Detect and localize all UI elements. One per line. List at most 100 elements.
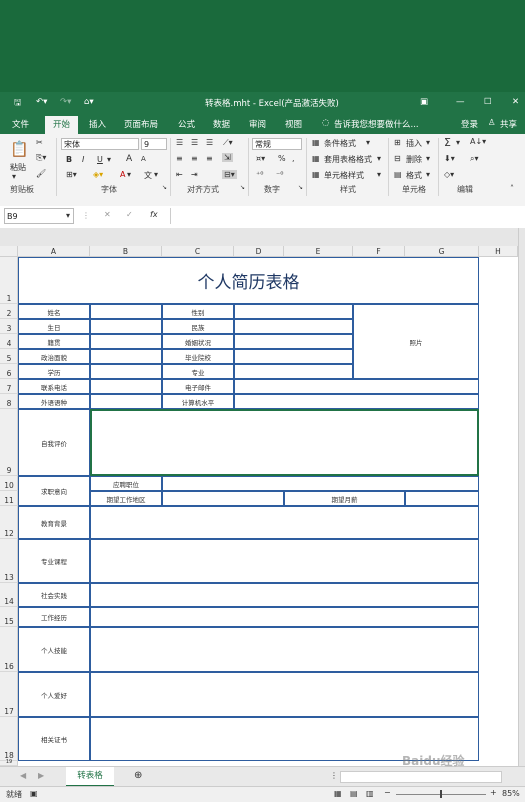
autosum-icon[interactable]: Σ bbox=[444, 136, 451, 149]
label-edu-bg[interactable]: 教育背景 bbox=[18, 506, 90, 539]
delete-cells-button[interactable]: 删除 bbox=[406, 154, 422, 165]
align-right-icon[interactable]: ≡ bbox=[206, 154, 213, 163]
tab-insert[interactable]: 插入 bbox=[89, 118, 106, 130]
align-top-icon[interactable]: ☰ bbox=[176, 138, 183, 147]
row-header[interactable]: 4 bbox=[0, 334, 18, 349]
value-cell[interactable] bbox=[234, 334, 353, 349]
name-box-dropdown-icon[interactable]: ▾ bbox=[66, 211, 70, 220]
label-hobby[interactable]: 个人爱好 bbox=[18, 672, 90, 717]
vertical-scrollbar[interactable] bbox=[518, 228, 525, 766]
label-work-exp[interactable]: 工作经历 bbox=[18, 607, 90, 627]
selected-cell-b9[interactable] bbox=[90, 409, 479, 476]
enter-icon[interactable]: ✓ bbox=[126, 210, 133, 219]
label-major[interactable]: 专业 bbox=[162, 364, 234, 379]
insert-cells-button[interactable]: 插入 bbox=[406, 138, 422, 149]
tell-me-input[interactable]: 告诉我您想要做什么... bbox=[334, 118, 419, 130]
minimize-icon[interactable]: — bbox=[456, 97, 465, 107]
label-work-area[interactable]: 期望工作地区 bbox=[90, 491, 162, 506]
zoom-in-icon[interactable]: + bbox=[490, 788, 497, 797]
horizontal-scrollbar[interactable] bbox=[340, 771, 502, 783]
column-header-e[interactable]: E bbox=[284, 246, 353, 257]
align-dialog-launcher-icon[interactable]: ↘ bbox=[240, 184, 245, 191]
sheet-tab-active[interactable]: 转表格 bbox=[66, 767, 114, 787]
tab-data[interactable]: 数据 bbox=[213, 118, 230, 130]
formula-input[interactable] bbox=[170, 208, 516, 224]
column-header-h[interactable]: H bbox=[479, 246, 518, 257]
label-marital[interactable]: 婚姻状况 bbox=[162, 334, 234, 349]
autosum-dropdown-icon[interactable]: ▾ bbox=[456, 138, 460, 147]
ribbon-display-icon[interactable]: ▣ bbox=[420, 97, 428, 107]
increase-indent-icon[interactable]: ⇥ bbox=[191, 170, 198, 179]
font-name-select[interactable]: 宋体 bbox=[61, 138, 139, 150]
shrink-font-button[interactable]: A bbox=[141, 155, 146, 163]
currency-icon[interactable]: ¤▾ bbox=[256, 154, 265, 163]
find-select-icon[interactable]: ⌕▾ bbox=[470, 154, 479, 164]
value-cell[interactable] bbox=[234, 319, 353, 334]
label-salary[interactable]: 期望月薪 bbox=[284, 491, 405, 506]
value-cell[interactable] bbox=[234, 394, 479, 409]
value-cell[interactable] bbox=[90, 394, 162, 409]
paste-icon[interactable]: 📋 bbox=[10, 140, 29, 158]
orientation-icon[interactable]: ⟋▾ bbox=[223, 138, 233, 148]
add-sheet-icon[interactable]: ⊕ bbox=[134, 770, 142, 781]
align-center-icon[interactable]: ≡ bbox=[191, 154, 198, 163]
clear-icon[interactable]: ◇▾ bbox=[444, 170, 454, 179]
font-color-dropdown-icon[interactable]: ▾ bbox=[127, 170, 131, 179]
tab-formulas[interactable]: 公式 bbox=[178, 118, 195, 130]
label-education[interactable]: 学历 bbox=[18, 364, 90, 379]
row-header[interactable]: 6 bbox=[0, 364, 18, 379]
font-color-button[interactable]: A bbox=[120, 170, 125, 179]
cut-icon[interactable]: ✂ bbox=[36, 138, 43, 147]
cell-style-dropdown-icon[interactable]: ▾ bbox=[377, 170, 381, 179]
page-break-view-icon[interactable]: ▥ bbox=[366, 789, 374, 798]
grow-font-button[interactable]: A bbox=[126, 154, 132, 164]
label-email[interactable]: 电子邮件 bbox=[162, 379, 234, 394]
row-header[interactable]: 18 bbox=[0, 717, 18, 761]
select-all-corner[interactable] bbox=[0, 246, 18, 257]
label-skills[interactable]: 个人技能 bbox=[18, 627, 90, 672]
comma-button[interactable]: , bbox=[292, 154, 295, 163]
cancel-icon[interactable]: ✕ bbox=[104, 210, 111, 219]
increase-decimal-icon[interactable]: ⁺⁰ bbox=[256, 170, 263, 179]
prev-sheet-icon[interactable]: ◀ bbox=[20, 771, 26, 780]
column-header-f[interactable]: F bbox=[353, 246, 405, 257]
row-header[interactable]: 12 bbox=[0, 506, 18, 539]
value-cell[interactable] bbox=[234, 304, 353, 319]
column-header-d[interactable]: D bbox=[234, 246, 284, 257]
value-cell[interactable] bbox=[90, 379, 162, 394]
share-icon[interactable]: ♙ bbox=[488, 118, 496, 128]
login-link[interactable]: 登录 bbox=[461, 118, 478, 130]
row-header[interactable]: 10 bbox=[0, 476, 18, 491]
tab-review[interactable]: 审阅 bbox=[249, 118, 266, 130]
collapse-ribbon-icon[interactable]: ˄ bbox=[510, 184, 514, 193]
value-cell[interactable] bbox=[90, 583, 479, 607]
tab-home[interactable]: 开始 bbox=[45, 116, 79, 134]
label-ethnicity[interactable]: 民族 bbox=[162, 319, 234, 334]
value-cell[interactable] bbox=[90, 607, 479, 627]
tab-split-icon[interactable]: ⋮ bbox=[330, 771, 338, 780]
italic-button[interactable]: I bbox=[82, 155, 84, 164]
row-header[interactable]: 17 bbox=[0, 672, 18, 717]
value-cell[interactable] bbox=[90, 627, 479, 672]
tab-file[interactable]: 文件 bbox=[12, 118, 29, 130]
row-header[interactable]: 2 bbox=[0, 304, 18, 319]
conditional-format-dropdown-icon[interactable]: ▾ bbox=[366, 138, 370, 147]
row-header[interactable]: 9 bbox=[0, 409, 18, 476]
photo-cell[interactable]: 照片 bbox=[353, 304, 479, 379]
insert-function-button[interactable]: fx bbox=[150, 210, 158, 219]
value-cell[interactable] bbox=[162, 476, 479, 491]
value-cell[interactable] bbox=[90, 334, 162, 349]
value-cell[interactable] bbox=[90, 319, 162, 334]
value-cell[interactable] bbox=[234, 349, 353, 364]
delete-cells-dropdown-icon[interactable]: ▾ bbox=[426, 154, 430, 163]
row-header[interactable]: 7 bbox=[0, 379, 18, 394]
align-bottom-icon[interactable]: ☰ bbox=[206, 138, 213, 147]
label-self-eval[interactable]: 自我评价 bbox=[18, 409, 90, 476]
label-political[interactable]: 政治面貌 bbox=[18, 349, 90, 364]
row-header[interactable]: 13 bbox=[0, 539, 18, 583]
label-birth[interactable]: 生日 bbox=[18, 319, 90, 334]
format-cells-button[interactable]: 格式 bbox=[406, 170, 422, 181]
quick-access-icon[interactable]: ⌂▾ bbox=[84, 97, 94, 107]
merge-center-icon[interactable]: ⊟▾ bbox=[222, 170, 237, 179]
insert-cells-dropdown-icon[interactable]: ▾ bbox=[426, 138, 430, 147]
